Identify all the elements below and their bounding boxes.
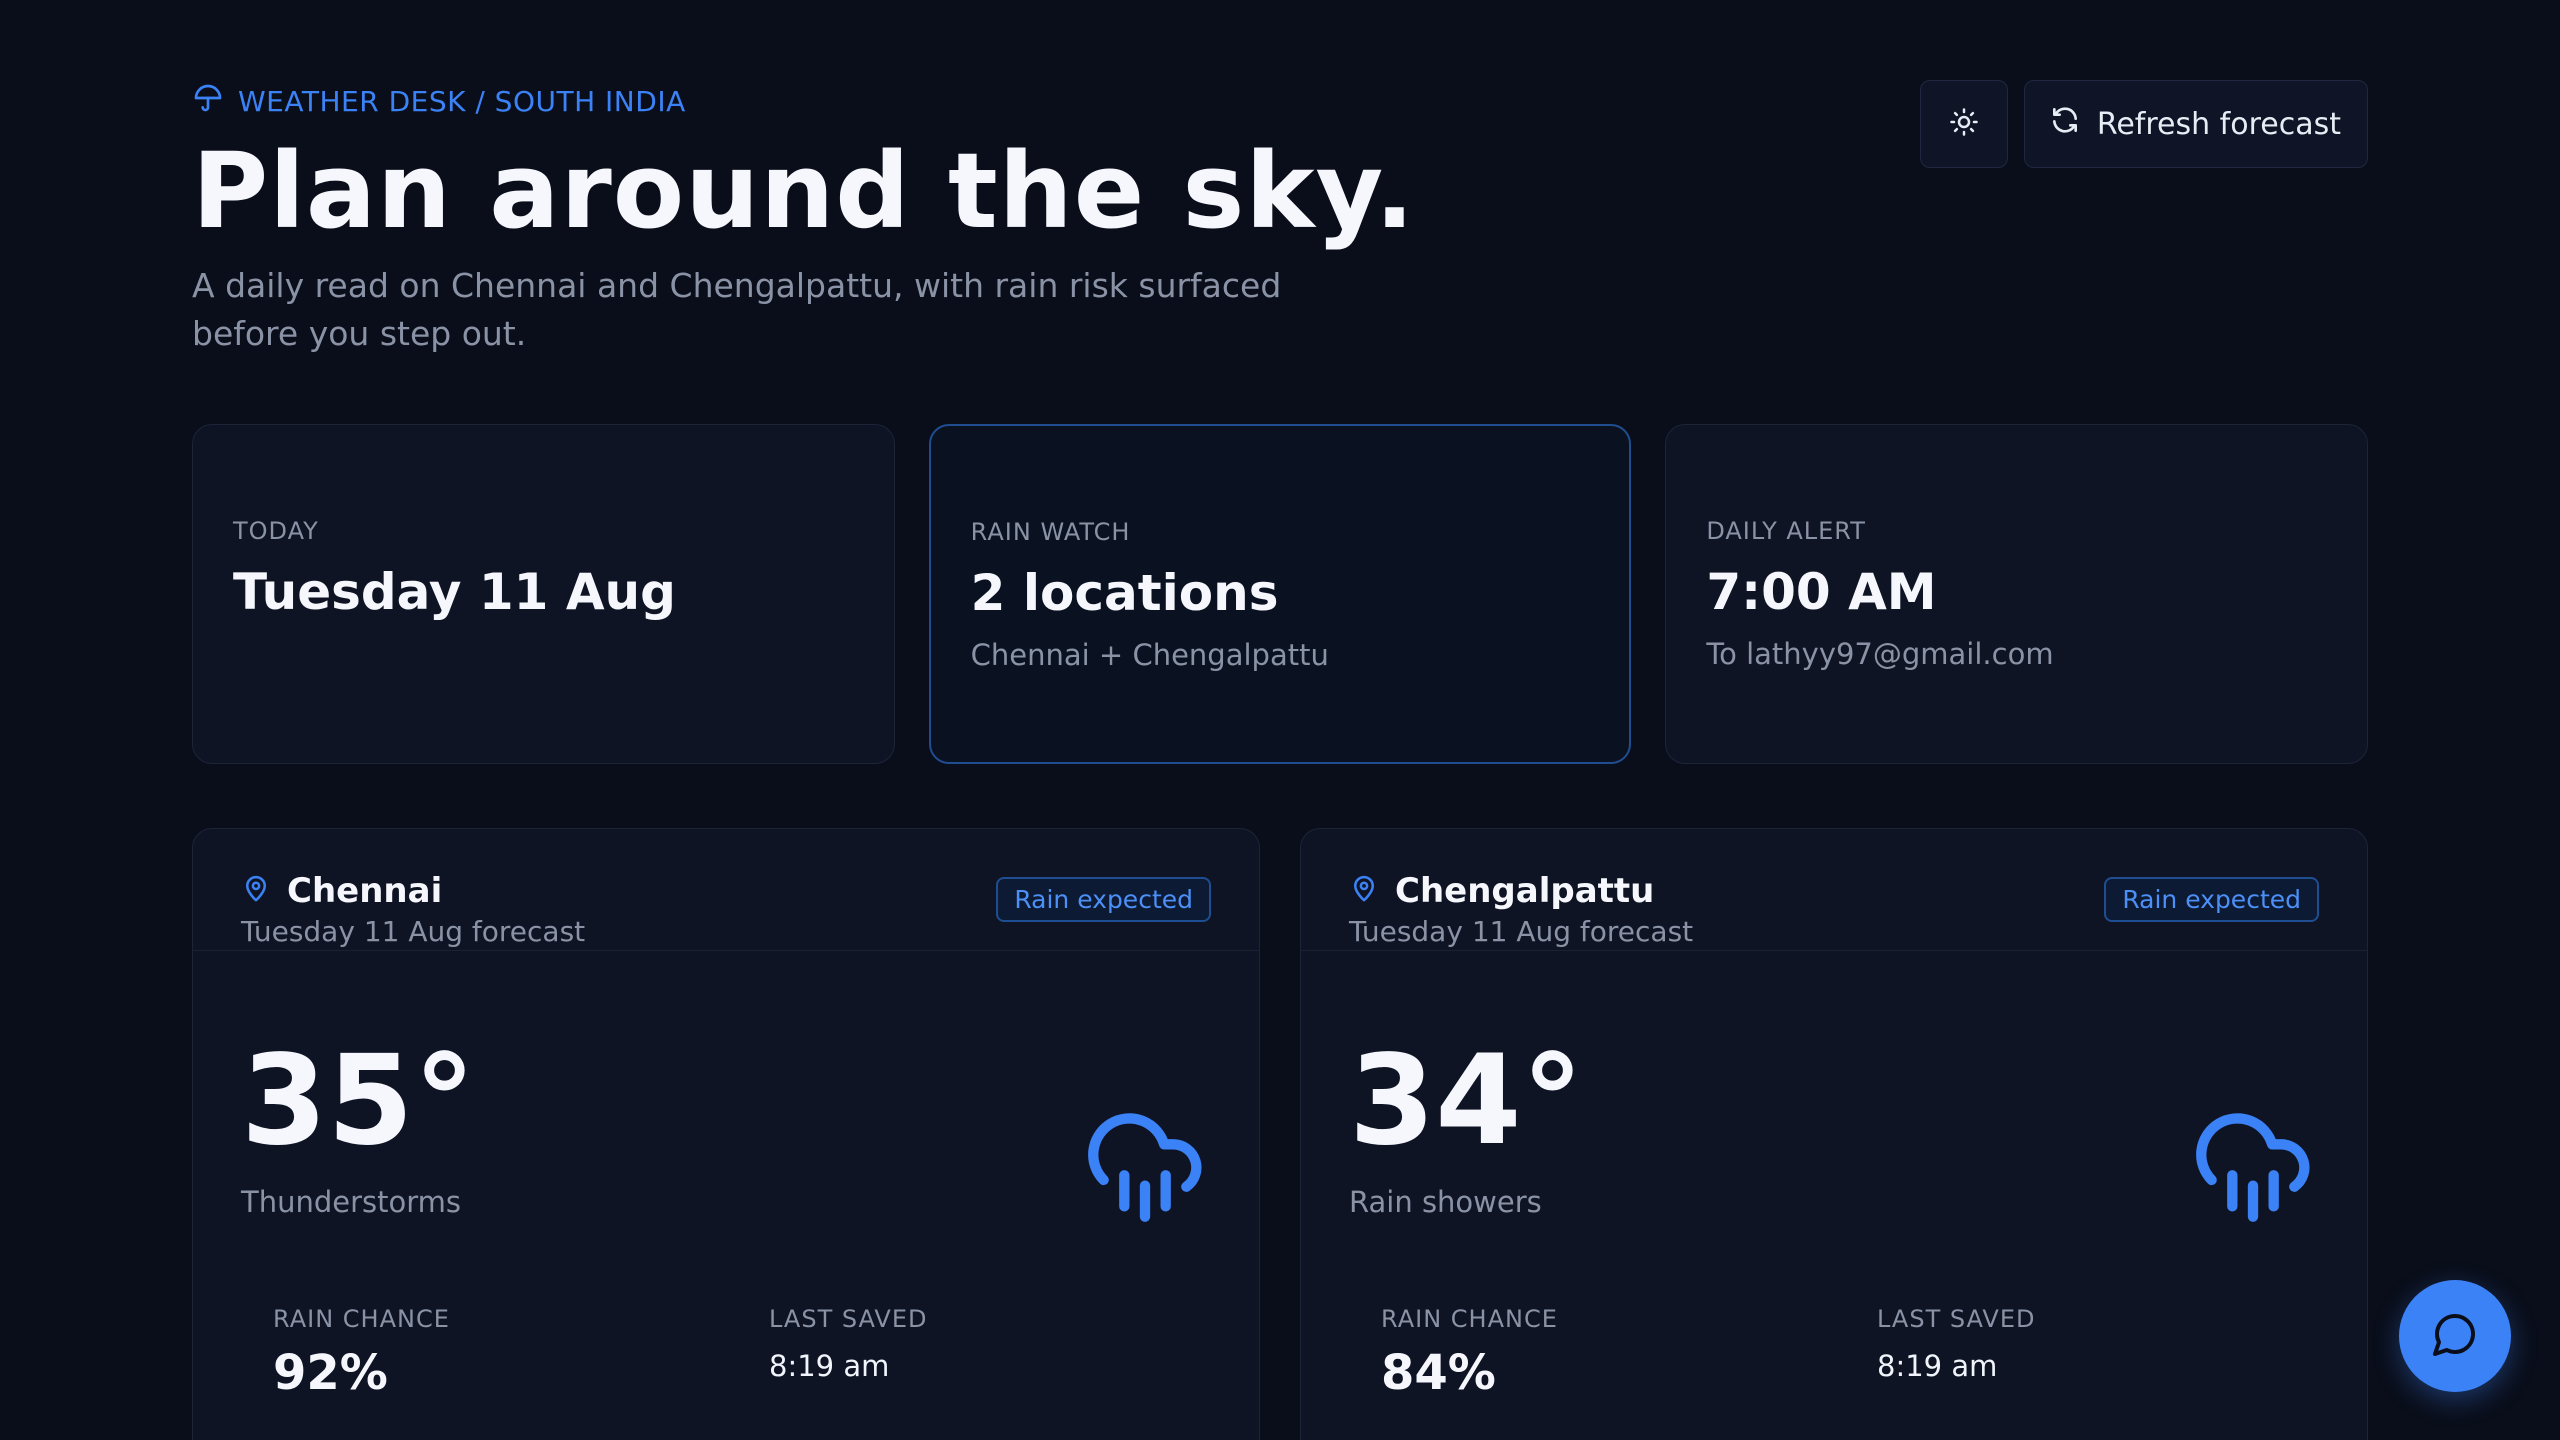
rain-chance-metric: RAIN CHANCE 92% (273, 1305, 450, 1401)
temperature: 34° (1349, 1029, 1584, 1173)
metric-label: RAIN CHANCE (1381, 1305, 1558, 1333)
cloud-rain-icon (1083, 1103, 1207, 1227)
refresh-forecast-label: Refresh forecast (2096, 106, 2341, 142)
weather-condition: Thunderstorms (241, 1185, 462, 1219)
page-subtitle: A daily read on Chennai and Chengalpattu… (192, 266, 1282, 353)
last-saved-value: 8:19 am (769, 1349, 890, 1383)
rain-chance-value: 92% (273, 1345, 388, 1401)
page-title: Plan around the sky. (192, 130, 1416, 252)
temperature: 35° (241, 1029, 476, 1173)
map-pin-icon (1349, 874, 1379, 908)
map-pin-icon (241, 874, 271, 908)
stat-value: 7:00 AM (1706, 563, 1937, 621)
last-saved-metric: LAST SAVED 8:19 am (1877, 1305, 2036, 1383)
chat-button[interactable] (2399, 1280, 2511, 1392)
theme-toggle-button[interactable] (1919, 80, 2008, 168)
stat-label: DAILY ALERT (1706, 517, 1866, 545)
refresh-icon (2049, 104, 2081, 144)
eyebrow: WEATHER DESK / SOUTH INDIA (192, 82, 686, 121)
sun-icon (1949, 107, 1979, 141)
chat-bubble-icon (2431, 1310, 2479, 1362)
cloud-rain-icon (2191, 1103, 2315, 1227)
stat-card-rain-watch[interactable]: RAIN WATCH 2 locations Chennai + Chengal… (928, 424, 1632, 764)
stat-label: RAIN WATCH (970, 518, 1131, 546)
metric-label: LAST SAVED (769, 1305, 928, 1333)
location-forecasts: Chennai Tuesday 11 Aug forecast Rain exp… (192, 828, 2368, 1440)
stat-note: To lathyy97@gmail.com (1706, 637, 2054, 671)
rain-chance-metric: RAIN CHANCE 84% (1381, 1305, 1558, 1401)
stat-label: TODAY (233, 517, 319, 545)
location-card-header: Chengalpattu Tuesday 11 Aug forecast Rai… (1301, 829, 2367, 951)
summary-stats: TODAY Tuesday 11 Aug RAIN WATCH 2 locati… (192, 424, 2368, 764)
rain-chance-value: 84% (1381, 1345, 1496, 1401)
status-badge: Rain expected (2104, 877, 2319, 922)
location-card-chennai: Chennai Tuesday 11 Aug forecast Rain exp… (192, 828, 1260, 1440)
stat-note: Chennai + Chengalpattu (970, 638, 1329, 672)
eyebrow-label: WEATHER DESK / SOUTH INDIA (238, 85, 686, 118)
stat-card-daily-alert: DAILY ALERT 7:00 AM To lathyy97@gmail.co… (1665, 424, 2368, 764)
refresh-forecast-button[interactable]: Refresh forecast (2023, 80, 2368, 168)
umbrella-icon (192, 82, 224, 121)
weather-condition: Rain showers (1349, 1185, 1542, 1219)
metric-label: LAST SAVED (1877, 1305, 2036, 1333)
weather-dashboard: WEATHER DESK / SOUTH INDIA Plan around t… (0, 0, 2560, 1440)
metric-label: RAIN CHANCE (273, 1305, 450, 1333)
status-badge: Rain expected (996, 877, 1211, 922)
last-saved-value: 8:19 am (1877, 1349, 1998, 1383)
location-name: Chengalpattu (1395, 871, 1655, 911)
location-name: Chennai (287, 871, 443, 911)
location-card-chengalpattu: Chengalpattu Tuesday 11 Aug forecast Rai… (1300, 828, 2368, 1440)
toolbar: Refresh forecast (1919, 80, 2368, 168)
stat-value: 2 locations (970, 564, 1279, 622)
stat-value: Tuesday 11 Aug (233, 563, 676, 621)
stat-card-today: TODAY Tuesday 11 Aug (192, 424, 895, 764)
last-saved-metric: LAST SAVED 8:19 am (769, 1305, 928, 1383)
location-card-header: Chennai Tuesday 11 Aug forecast Rain exp… (193, 829, 1259, 951)
